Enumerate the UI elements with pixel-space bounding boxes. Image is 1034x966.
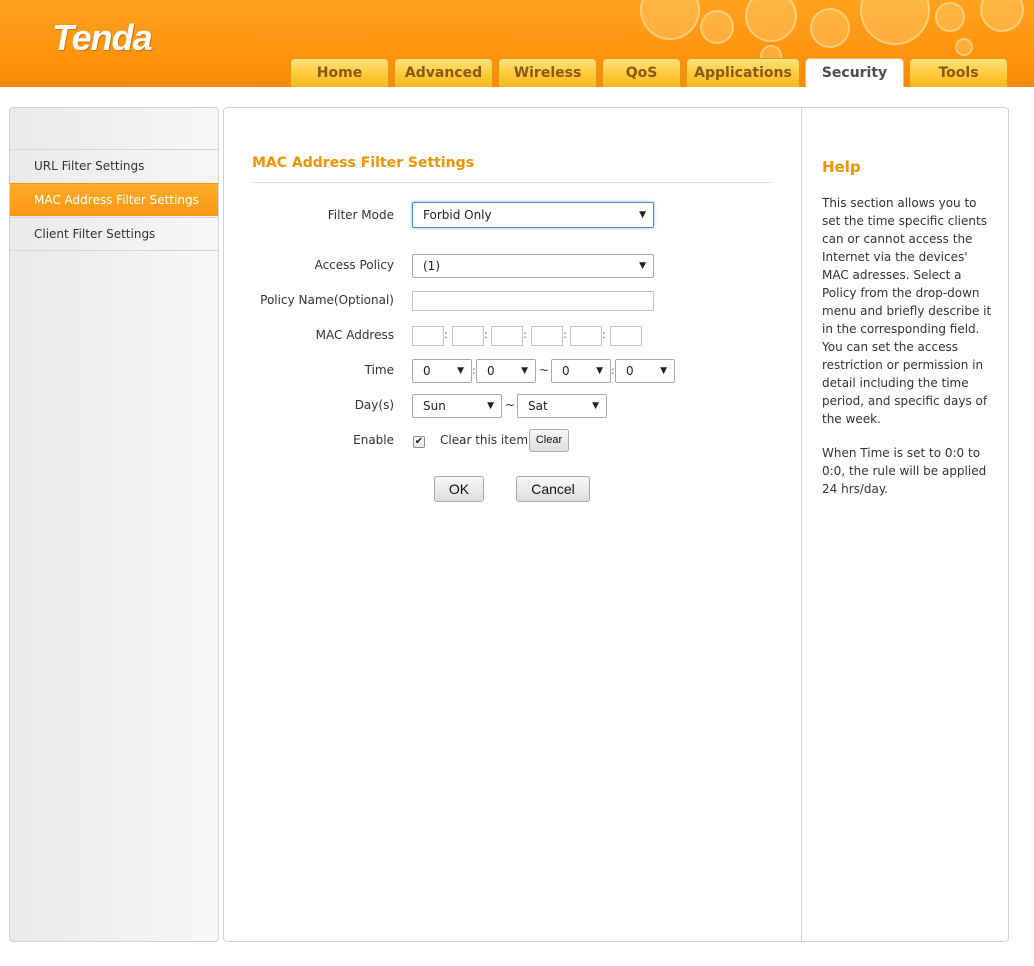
sidebar-divider bbox=[10, 250, 218, 251]
sidebar-item-client-filter[interactable]: Client Filter Settings bbox=[10, 217, 218, 250]
tab-security[interactable]: Security bbox=[805, 58, 904, 87]
access-policy-select[interactable]: (1) ▼ bbox=[412, 254, 654, 278]
page-title: MAC Address Filter Settings bbox=[252, 155, 474, 171]
ok-button[interactable]: OK bbox=[434, 476, 484, 502]
mac-address-label: MAC Address bbox=[315, 328, 394, 342]
start-minute-select[interactable]: 0 ▼ bbox=[476, 359, 536, 383]
main-nav-tabs: Home Advanced Wireless QoS Applications … bbox=[0, 58, 1034, 87]
filter-mode-label: Filter Mode bbox=[327, 208, 394, 222]
access-policy-label: Access Policy bbox=[314, 258, 394, 272]
access-policy-value: (1) bbox=[423, 259, 440, 273]
time-label: Time bbox=[364, 363, 394, 377]
chevron-down-icon: ▼ bbox=[639, 261, 646, 271]
filter-mode-value: Forbid Only bbox=[423, 208, 492, 222]
tab-wireless[interactable]: Wireless bbox=[498, 58, 597, 87]
clear-button[interactable]: Clear bbox=[529, 429, 569, 452]
mac-octet-6-input[interactable] bbox=[610, 326, 642, 346]
sidebar-item-mac-filter[interactable]: MAC Address Filter Settings bbox=[10, 183, 218, 216]
end-minute-select[interactable]: 0 ▼ bbox=[615, 359, 675, 383]
mac-octet-1-input[interactable] bbox=[412, 326, 444, 346]
start-hour-value: 0 bbox=[423, 364, 431, 378]
sidebar-item-url-filter[interactable]: URL Filter Settings bbox=[10, 149, 218, 182]
title-divider bbox=[252, 182, 773, 183]
start-minute-value: 0 bbox=[487, 364, 495, 378]
help-paragraph-2: When Time is set to 0:0 to 0:0, the rule… bbox=[822, 446, 987, 496]
mac-octet-2-input[interactable] bbox=[452, 326, 484, 346]
start-hour-select[interactable]: 0 ▼ bbox=[412, 359, 472, 383]
chevron-down-icon: ▼ bbox=[487, 401, 494, 411]
filter-mode-select[interactable]: Forbid Only ▼ bbox=[412, 202, 654, 228]
main-panel: MAC Address Filter Settings Filter Mode … bbox=[223, 107, 1009, 942]
checkmark-icon: ✔ bbox=[414, 436, 424, 447]
enable-checkbox[interactable]: ✔ bbox=[413, 436, 425, 448]
tab-home[interactable]: Home bbox=[290, 58, 389, 87]
mac-separator: : bbox=[484, 328, 488, 341]
tenda-logo: Tenda bbox=[52, 17, 153, 58]
days-label: Day(s) bbox=[354, 398, 394, 412]
mac-separator: : bbox=[602, 328, 606, 341]
tab-advanced[interactable]: Advanced bbox=[394, 58, 493, 87]
time-range-separator: ~ bbox=[539, 363, 550, 377]
sidebar: URL Filter Settings MAC Address Filter S… bbox=[9, 107, 219, 942]
tab-applications[interactable]: Applications bbox=[686, 58, 800, 87]
enable-label: Enable bbox=[353, 433, 394, 447]
start-day-select[interactable]: Sun ▼ bbox=[412, 394, 502, 418]
cancel-button[interactable]: Cancel bbox=[516, 476, 590, 502]
help-title: Help bbox=[822, 158, 861, 176]
help-paragraph-1: This section allows you to set the time … bbox=[822, 196, 992, 426]
policy-name-label: Policy Name(Optional) bbox=[260, 293, 394, 307]
clear-item-label: Clear this item: bbox=[440, 433, 533, 447]
help-divider bbox=[801, 108, 802, 941]
chevron-down-icon: ▼ bbox=[592, 401, 599, 411]
mac-octet-4-input[interactable] bbox=[531, 326, 563, 346]
tab-tools[interactable]: Tools bbox=[909, 58, 1008, 87]
mac-octet-3-input[interactable] bbox=[491, 326, 523, 346]
policy-name-input[interactable] bbox=[412, 291, 654, 311]
end-minute-value: 0 bbox=[626, 364, 634, 378]
end-hour-select[interactable]: 0 ▼ bbox=[551, 359, 611, 383]
chevron-down-icon: ▼ bbox=[457, 366, 464, 376]
tab-qos[interactable]: QoS bbox=[602, 58, 681, 87]
chevron-down-icon: ▼ bbox=[521, 366, 528, 376]
end-day-value: Sat bbox=[528, 399, 548, 413]
header-banner: Tenda Home Advanced Wireless QoS Applica… bbox=[0, 0, 1034, 87]
start-day-value: Sun bbox=[423, 399, 446, 413]
chevron-down-icon: ▼ bbox=[596, 366, 603, 376]
chevron-down-icon: ▼ bbox=[660, 366, 667, 376]
mac-separator: : bbox=[444, 328, 448, 341]
mac-separator: : bbox=[563, 328, 567, 341]
mac-octet-5-input[interactable] bbox=[570, 326, 602, 346]
chevron-down-icon: ▼ bbox=[639, 210, 646, 220]
mac-separator: : bbox=[523, 328, 527, 341]
day-range-separator: ~ bbox=[505, 398, 516, 412]
end-hour-value: 0 bbox=[562, 364, 570, 378]
end-day-select[interactable]: Sat ▼ bbox=[517, 394, 607, 418]
